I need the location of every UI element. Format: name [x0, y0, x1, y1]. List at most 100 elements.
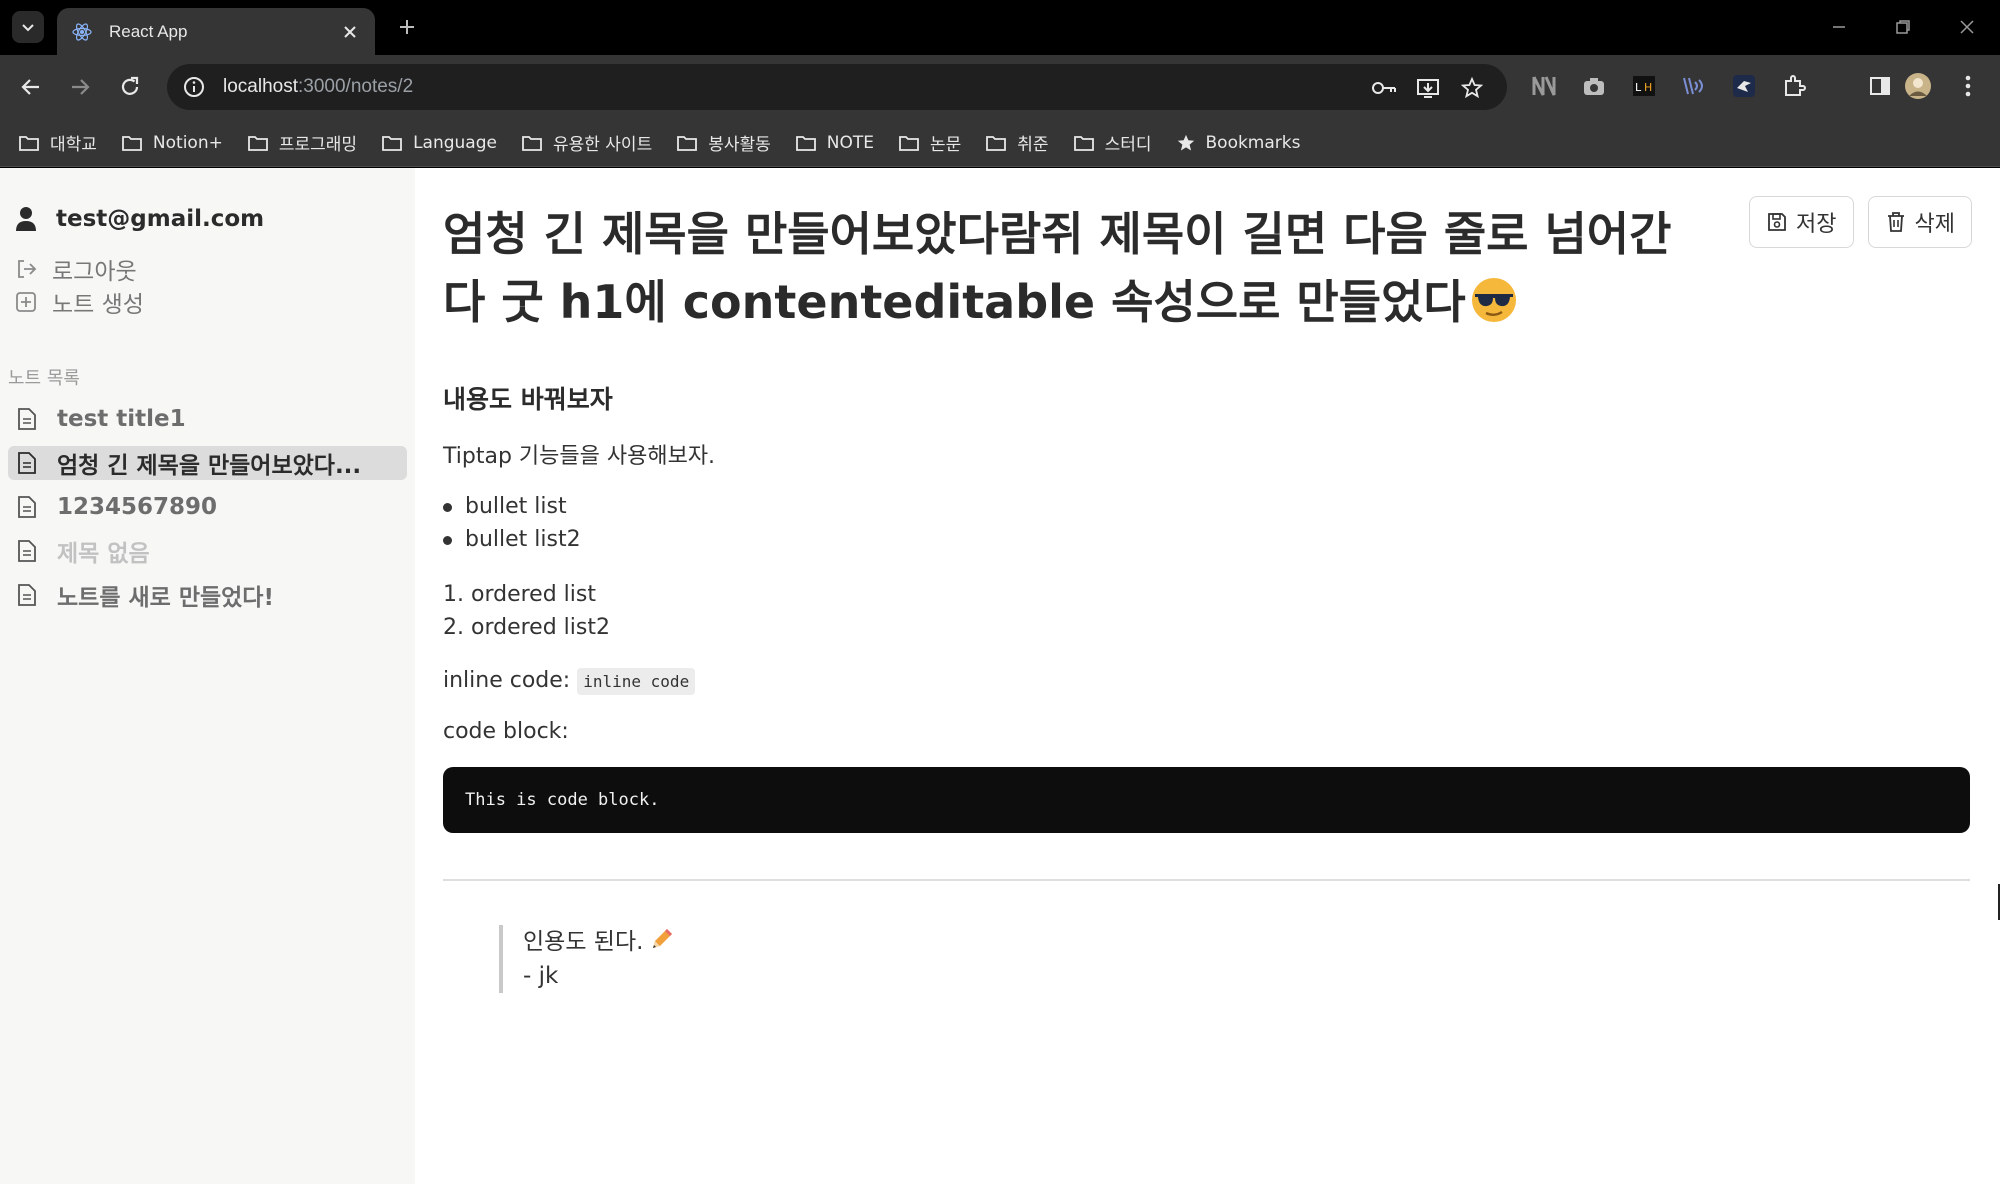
arrow-left-icon — [21, 79, 39, 95]
note-title-label: 노트를 새로 만들었다! — [57, 585, 274, 611]
user-email: test@gmail.com — [56, 206, 265, 232]
more-menu-icon[interactable] — [1954, 72, 1982, 100]
note-list-item[interactable]: test title1 — [8, 402, 407, 436]
note-body[interactable]: 내용도 바꿔보자 Tiptap 기능들을 사용해보자. bullet list … — [443, 380, 1970, 993]
quote-text: 인용도 된다. — [523, 929, 644, 955]
bookmark-label: 취준 — [1017, 135, 1049, 155]
url-path: :3000/notes/2 — [298, 76, 414, 97]
document-icon — [18, 496, 36, 518]
bookmark-folder[interactable]: Language — [381, 133, 497, 153]
password-key-icon[interactable] — [1371, 75, 1397, 101]
bookmark-folder[interactable]: 봉사활동 — [676, 130, 771, 155]
quote-author: - jk — [523, 963, 559, 989]
code-block: This is code block. — [443, 767, 1970, 833]
note-list-item-active[interactable]: 엄청 긴 제목을 만들어보았다... — [8, 446, 407, 480]
extension-n-icon[interactable] — [1530, 72, 1558, 100]
bookmark-folder[interactable]: 프로그래밍 — [247, 130, 357, 155]
svg-text:H: H — [1644, 81, 1652, 94]
bookmark-label: Bookmarks — [1205, 132, 1301, 153]
install-app-icon[interactable] — [1415, 75, 1441, 101]
restore-button[interactable] — [1888, 14, 1918, 40]
browser-tab[interactable]: React App — [57, 8, 375, 55]
bookmark-folder[interactable]: 대학교 — [18, 130, 97, 155]
delete-button[interactable]: 삭제 — [1867, 196, 1972, 248]
bookmark-folder[interactable]: 취준 — [985, 130, 1049, 155]
bookmark-folder[interactable]: NOTE — [795, 133, 874, 153]
ordered-item: 1. ordered list — [443, 582, 596, 607]
minimize-button[interactable] — [1824, 14, 1854, 40]
tab-search-button[interactable] — [12, 11, 44, 43]
ordered-list: 1. ordered list 2. ordered list2 — [443, 578, 1970, 644]
bullet-item: bullet list — [443, 490, 1970, 523]
svg-text:L: L — [1635, 81, 1642, 94]
side-panel-icon[interactable] — [1866, 72, 1894, 100]
document-icon — [18, 452, 36, 474]
document-icon — [18, 584, 36, 606]
bookmark-folder[interactable]: Notion+ — [121, 133, 223, 153]
note-list-item[interactable]: 제목 없음 — [8, 534, 407, 568]
bookmark-label: 스터디 — [1104, 135, 1152, 155]
create-note-button[interactable]: 노트 생성 — [8, 285, 407, 318]
user-icon — [16, 207, 36, 231]
trash-icon — [1887, 212, 1904, 232]
folder-icon — [1073, 135, 1094, 151]
profile-avatar[interactable] — [1904, 72, 1932, 100]
note-title-label: 1234567890 — [57, 494, 218, 520]
folder-icon — [247, 135, 268, 151]
note-title[interactable]: 엄청 긴 제목을 만들어보았다람쥐 제목이 길면 다음 줄로 넘어간다 굿 h1… — [443, 200, 1693, 336]
chevron-down-icon — [22, 24, 34, 32]
note-actions: 저장 삭제 — [1749, 196, 1972, 248]
forward-button[interactable] — [65, 72, 95, 102]
logout-label: 로그아웃 — [52, 258, 137, 285]
bookmark-label: 프로그래밍 — [278, 135, 358, 155]
puzzle-extensions-icon[interactable] — [1780, 72, 1808, 100]
quote-line: 인용도 된다. — [523, 925, 1970, 959]
reload-button[interactable] — [115, 72, 145, 102]
note-list-item[interactable]: 1234567890 — [8, 490, 407, 524]
camera-icon[interactable] — [1580, 72, 1608, 100]
folder-icon — [122, 135, 142, 151]
address-bar[interactable]: localhost:3000/notes/2 — [167, 64, 1507, 110]
plus-icon — [400, 20, 414, 34]
folder-icon — [677, 135, 698, 151]
save-label: 저장 — [1796, 212, 1837, 237]
folder-icon — [899, 135, 919, 151]
site-info-icon[interactable] — [183, 76, 205, 98]
url-text[interactable]: localhost:3000/notes/2 — [223, 76, 413, 98]
save-icon — [1768, 213, 1786, 231]
bird-extension-icon[interactable] — [1730, 72, 1758, 100]
user-info: test@gmail.com — [8, 196, 407, 242]
bullet-item: bullet list2 — [443, 523, 1970, 556]
logout-icon — [18, 259, 37, 278]
save-button[interactable]: 저장 — [1749, 196, 1854, 248]
back-button[interactable] — [16, 72, 46, 102]
new-tab-button[interactable] — [394, 14, 420, 40]
bullet-list: bullet list bullet list2 — [443, 490, 1970, 556]
bookmark-label: Notion+ — [152, 132, 223, 153]
code-block-text: This is code block. — [465, 790, 660, 810]
arrow-right-icon — [72, 79, 90, 95]
tab-close-icon[interactable] — [339, 21, 361, 43]
folder-icon — [986, 135, 1007, 151]
blockquote: 인용도 된다. - jk — [499, 925, 1970, 993]
bookmark-folder[interactable]: 스터디 — [1073, 130, 1152, 155]
inline-code-paragraph: inline code: inline code — [443, 666, 1970, 697]
wave-extension-icon[interactable] — [1680, 72, 1708, 100]
close-icon — [1960, 20, 1974, 34]
bookmark-folder[interactable]: 논문 — [898, 130, 961, 155]
reload-icon — [121, 76, 139, 95]
bookmarks-folder-star[interactable]: Bookmarks — [1176, 132, 1301, 153]
code-block-label: code block: — [443, 719, 569, 744]
plus-square-icon — [16, 291, 36, 312]
create-note-label: 노트 생성 — [52, 291, 144, 318]
note-list-item[interactable]: 노트를 새로 만들었다! — [8, 578, 407, 612]
note-list-heading: 노트 목록 — [8, 368, 80, 389]
lighthouse-icon[interactable]: LH — [1630, 72, 1658, 100]
note-title-label: test title1 — [57, 406, 186, 432]
react-logo-icon — [72, 22, 92, 41]
inline-code: inline code — [577, 668, 696, 695]
logout-button[interactable]: 로그아웃 — [8, 252, 407, 285]
close-window-button[interactable] — [1952, 14, 1982, 40]
bookmark-star-icon[interactable] — [1459, 75, 1485, 101]
bookmark-folder[interactable]: 유용한 사이트 — [521, 130, 652, 155]
